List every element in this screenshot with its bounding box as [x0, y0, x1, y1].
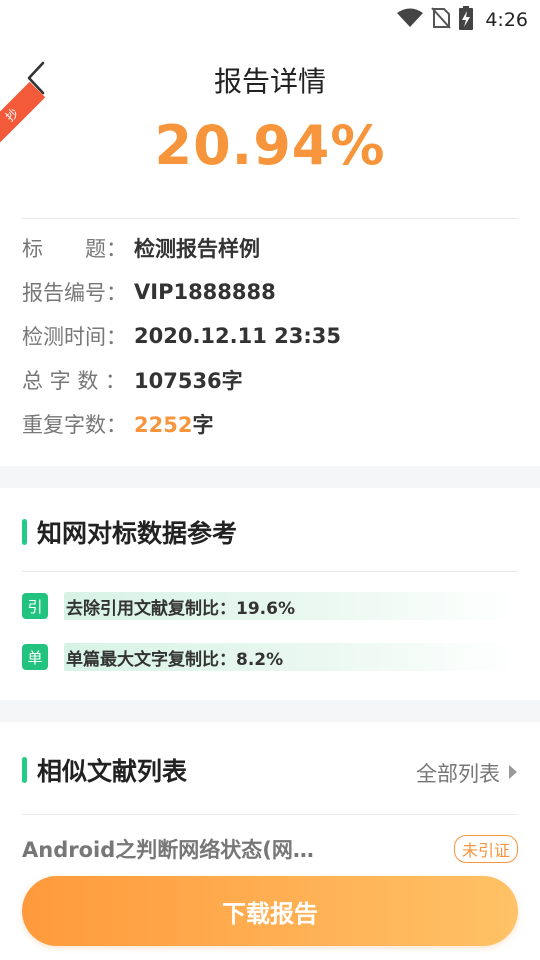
status-icons: 4:26: [397, 6, 528, 34]
info-label: 重复字数：: [22, 413, 127, 437]
info-label: 报告编号：: [22, 281, 127, 305]
section-accent-bar: [22, 757, 27, 783]
info-value: VIP1888888: [134, 280, 276, 304]
ref-badge: 引: [22, 593, 48, 619]
status-time: 4:26: [485, 9, 528, 31]
info-label: 检测时间：: [22, 325, 127, 349]
info-row-total: 总 字 数 ： 107536字: [22, 358, 518, 402]
ref-bar: 去除引用文献复制比：19.6%: [64, 592, 518, 620]
repeat-unit: 字: [192, 413, 214, 437]
info-value: 2020.12.11 23:35: [134, 324, 342, 348]
similarity-rate: 20.94%: [154, 114, 386, 177]
repeat-count: 2252: [134, 413, 193, 437]
info-value: 检测报告样例: [134, 237, 260, 261]
section-title-text: 知网对标数据参考: [37, 519, 238, 548]
cnki-section-title: 知网对标数据参考: [22, 514, 237, 550]
no-sim-icon: [431, 7, 452, 33]
ref-badge: 单: [22, 644, 48, 670]
ref-row-cite-removed: 引 去除引用文献复制比：19.6%: [22, 592, 518, 620]
wifi-icon: [397, 8, 424, 32]
info-row-number: 报告编号： VIP1888888: [22, 270, 518, 314]
doc-title: Android之判断网络状态(网…: [22, 838, 314, 862]
divider: [22, 571, 518, 572]
info-label: 标 题：: [22, 237, 127, 261]
status-bar: 4:26: [0, 0, 540, 36]
all-list-link[interactable]: 全部列表: [416, 758, 518, 788]
ref-text: 单篇最大文字复制比：8.2%: [66, 649, 284, 670]
status-badge: 未引证: [453, 835, 518, 863]
title-bar: 报告详情: [0, 48, 540, 110]
page-title: 报告详情: [213, 65, 326, 98]
info-row-title: 标 题： 检测报告样例: [22, 226, 518, 270]
ref-text: 去除引用文献复制比：19.6%: [66, 598, 295, 619]
similar-section-title: 相似文献列表: [22, 752, 187, 788]
list-item[interactable]: Android之判断网络状态(网… 未引证: [22, 834, 518, 864]
info-row-time: 检测时间： 2020.12.11 23:35: [22, 314, 518, 358]
info-value: 107536字: [134, 369, 243, 393]
info-value: 2252字: [134, 409, 213, 439]
section-accent-bar: [22, 519, 27, 545]
ref-row-single-max: 单 单篇最大文字复制比：8.2%: [22, 643, 518, 671]
info-row-repeat: 重复字数： 2252字: [22, 402, 518, 446]
section-gap: [0, 700, 540, 722]
ref-bar: 单篇最大文字复制比：8.2%: [64, 643, 518, 671]
triangle-right-icon: [508, 761, 518, 785]
info-label: 总 字 数 ：: [22, 369, 127, 393]
all-list-label: 全部列表: [416, 762, 500, 786]
report-info-list: 标 题： 检测报告样例 报告编号： VIP1888888 检测时间： 2020.…: [22, 226, 518, 446]
divider: [22, 218, 518, 219]
section-title-text: 相似文献列表: [37, 757, 188, 786]
download-report-button[interactable]: 下载报告: [22, 876, 518, 946]
section-gap: [0, 466, 540, 488]
battery-charging-icon: [459, 6, 474, 34]
divider: [22, 814, 518, 815]
